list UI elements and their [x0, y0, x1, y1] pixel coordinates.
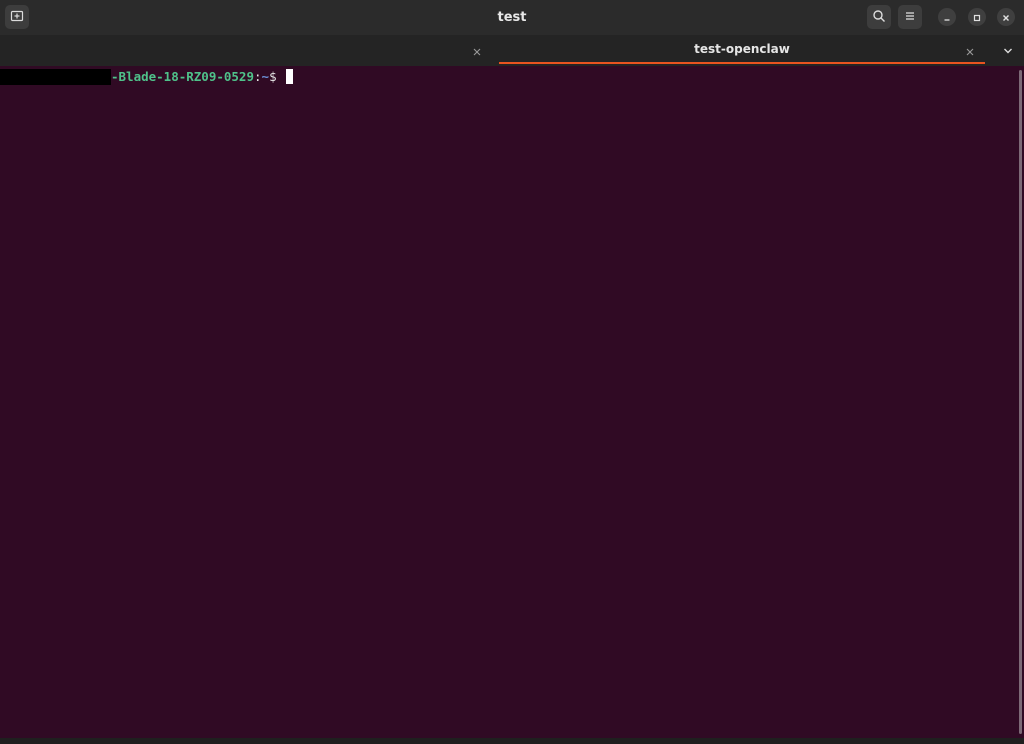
header-bar: test: [0, 0, 1024, 35]
hamburger-menu-icon: [903, 8, 917, 27]
redacted-username: [0, 68, 111, 85]
prompt-line: -Blade-18-RZ09-0529: ~ $: [0, 68, 294, 85]
close-icon: [1001, 8, 1011, 27]
prompt-path: ~: [261, 69, 270, 84]
active-tab-indicator: [499, 62, 985, 64]
scrollbar[interactable]: [1019, 70, 1022, 734]
terminal-area[interactable]: -Blade-18-RZ09-0529: ~ $: [0, 66, 1024, 738]
maximize-button[interactable]: [968, 8, 986, 26]
search-icon: [872, 8, 886, 27]
tab-bar: test-openclaw: [0, 35, 1024, 66]
prompt-host: -Blade-18-RZ09-0529: [111, 69, 254, 84]
tab-1[interactable]: [0, 35, 496, 66]
tab-close-button[interactable]: [470, 43, 484, 57]
prompt-symbol: $: [269, 69, 285, 84]
tab-label: [0, 35, 496, 64]
close-icon: [966, 41, 974, 60]
maximize-icon: [972, 8, 982, 27]
search-button[interactable]: [867, 5, 891, 29]
terminal-window: test test-openclaw -Blade-18-RZ09-0529:…: [0, 0, 1024, 744]
text-cursor: [286, 69, 294, 84]
tab-overflow-button[interactable]: [1001, 43, 1015, 57]
tab-label: test-openclaw: [694, 42, 790, 56]
window-bottom-edge: [0, 738, 1024, 744]
tab-test-openclaw[interactable]: test-openclaw: [499, 35, 985, 66]
menu-button[interactable]: [898, 5, 922, 29]
minimize-icon: [942, 8, 952, 27]
chevron-down-icon: [1003, 41, 1013, 60]
close-button[interactable]: [997, 8, 1015, 26]
prompt-separator: :: [254, 69, 262, 84]
tab-close-button[interactable]: [963, 43, 977, 57]
minimize-button[interactable]: [938, 8, 956, 26]
close-icon: [473, 41, 481, 60]
